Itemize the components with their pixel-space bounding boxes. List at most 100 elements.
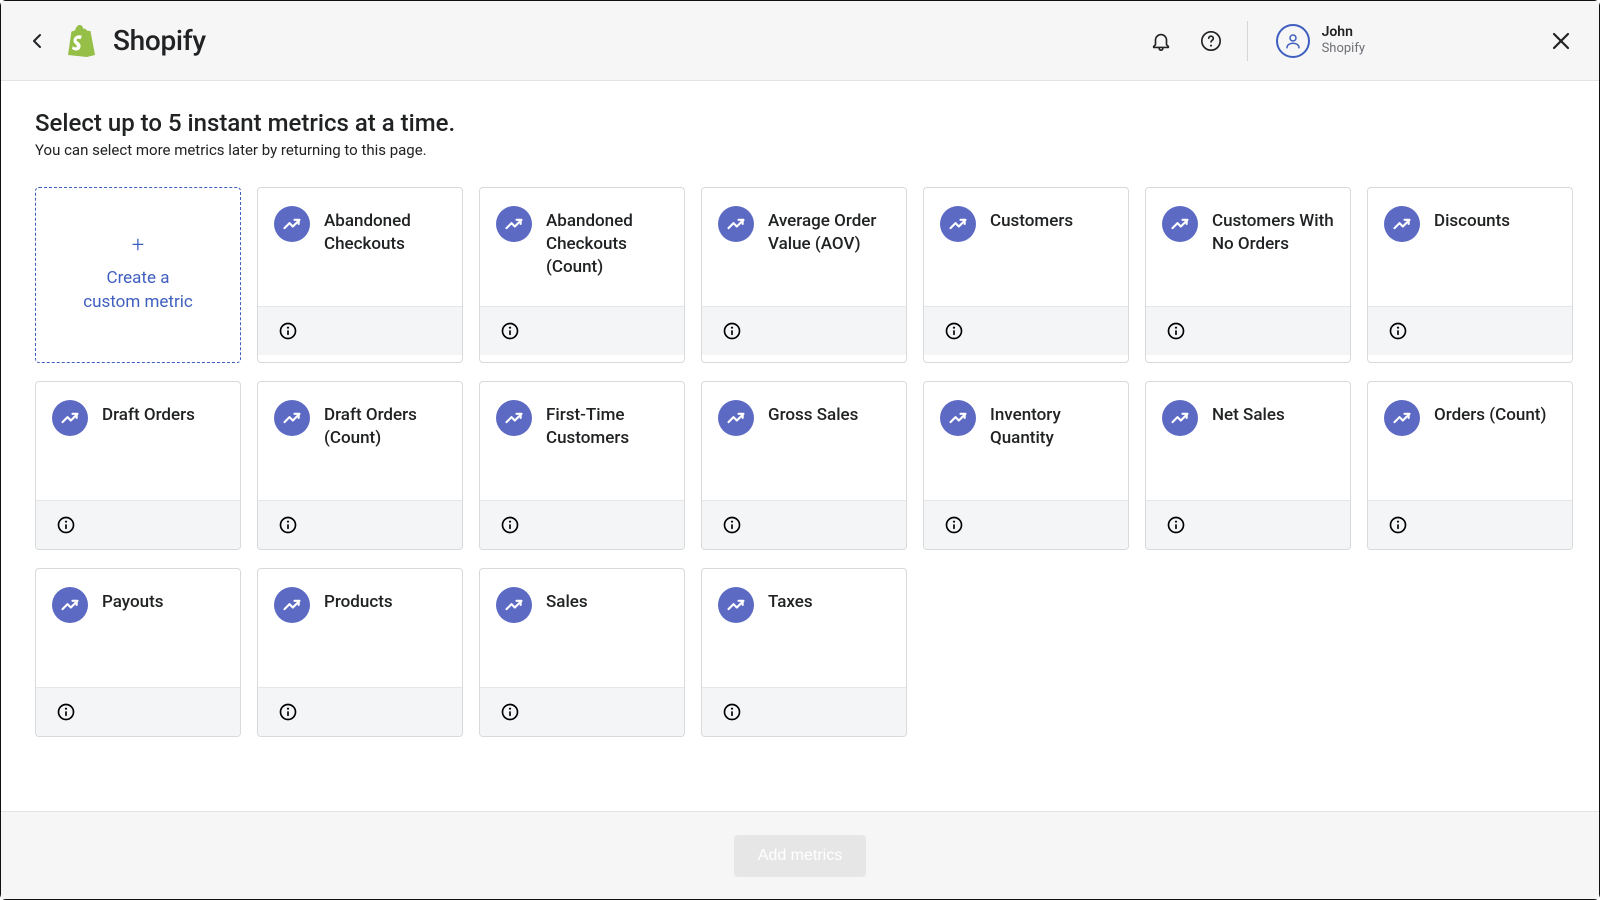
chart-line-icon — [1384, 400, 1420, 436]
metric-card-footer — [702, 306, 906, 355]
metric-card-body: Products — [258, 569, 462, 687]
metric-card[interactable]: Inventory Quantity — [923, 381, 1129, 550]
metric-card-footer — [1368, 500, 1572, 549]
shopify-logo-icon — [67, 25, 95, 57]
metric-card-footer — [702, 500, 906, 549]
metric-label: Inventory Quantity — [990, 400, 1112, 490]
chart-line-icon — [52, 400, 88, 436]
metrics-grid: + Create a custom metric Abandoned Check… — [35, 187, 1565, 737]
metric-card-body: Net Sales — [1146, 382, 1350, 500]
plus-icon: + — [132, 235, 144, 257]
metric-card-body: Gross Sales — [702, 382, 906, 500]
notifications-button[interactable] — [1147, 27, 1175, 55]
chart-line-icon — [274, 206, 310, 242]
metric-card[interactable]: Net Sales — [1145, 381, 1351, 550]
metric-label: Net Sales — [1212, 400, 1285, 490]
header-divider — [1247, 21, 1248, 61]
metric-label: Average Order Value (AOV) — [768, 206, 890, 296]
chart-line-icon — [940, 206, 976, 242]
app-header: Shopify John Shopify — [1, 1, 1599, 81]
metric-label: Discounts — [1434, 206, 1510, 296]
metric-card[interactable]: Customers With No Orders — [1145, 187, 1351, 363]
metric-label: Draft Orders — [102, 400, 195, 490]
metric-card-footer — [480, 306, 684, 355]
metric-card-footer — [702, 687, 906, 736]
page-footer: Add metrics — [1, 811, 1599, 899]
metric-card[interactable]: Sales — [479, 568, 685, 737]
metric-card-footer — [258, 500, 462, 549]
info-icon[interactable] — [1166, 321, 1186, 341]
chart-line-icon — [1162, 400, 1198, 436]
info-icon[interactable] — [1166, 515, 1186, 535]
metric-card[interactable]: Payouts — [35, 568, 241, 737]
metric-label: Payouts — [102, 587, 164, 677]
info-icon[interactable] — [500, 702, 520, 722]
info-icon[interactable] — [722, 702, 742, 722]
close-button[interactable] — [1547, 27, 1575, 55]
chart-line-icon — [718, 587, 754, 623]
help-button[interactable] — [1197, 27, 1225, 55]
info-icon[interactable] — [944, 321, 964, 341]
chart-line-icon — [52, 587, 88, 623]
chevron-left-icon — [32, 33, 42, 49]
metric-card-body: Customers — [924, 188, 1128, 306]
metric-card[interactable]: Gross Sales — [701, 381, 907, 550]
chart-line-icon — [496, 400, 532, 436]
user-menu[interactable]: John Shopify — [1276, 24, 1365, 58]
chart-line-icon — [940, 400, 976, 436]
metric-label: Draft Orders (Count) — [324, 400, 446, 490]
add-metrics-button[interactable]: Add metrics — [734, 835, 866, 877]
metric-card[interactable]: Taxes — [701, 568, 907, 737]
info-icon[interactable] — [56, 515, 76, 535]
info-icon[interactable] — [278, 702, 298, 722]
metric-label: Orders (Count) — [1434, 400, 1546, 490]
metric-card[interactable]: Discounts — [1367, 187, 1573, 363]
back-button[interactable] — [25, 29, 49, 53]
metric-label: Taxes — [768, 587, 813, 677]
user-info: John Shopify — [1322, 24, 1365, 56]
metric-label: Sales — [546, 587, 588, 677]
metric-card[interactable]: Orders (Count) — [1367, 381, 1573, 550]
metric-label: First-Time Customers — [546, 400, 668, 490]
metric-label: Customers With No Orders — [1212, 206, 1334, 296]
metric-card[interactable]: First-Time Customers — [479, 381, 685, 550]
info-icon[interactable] — [722, 321, 742, 341]
info-icon[interactable] — [722, 515, 742, 535]
metric-card-body: Payouts — [36, 569, 240, 687]
info-icon[interactable] — [944, 515, 964, 535]
chart-line-icon — [718, 400, 754, 436]
page-title: Select up to 5 instant metrics at a time… — [35, 109, 1565, 137]
bell-icon — [1150, 30, 1172, 52]
metric-card[interactable]: Draft Orders (Count) — [257, 381, 463, 550]
person-icon — [1284, 32, 1302, 50]
metric-card-body: Customers With No Orders — [1146, 188, 1350, 306]
metric-card-body: Taxes — [702, 569, 906, 687]
metric-label: Customers — [990, 206, 1073, 296]
metric-card[interactable]: Average Order Value (AOV) — [701, 187, 907, 363]
info-icon[interactable] — [278, 321, 298, 341]
metric-card[interactable]: Draft Orders — [35, 381, 241, 550]
info-icon[interactable] — [1388, 515, 1408, 535]
metric-card[interactable]: Abandoned Checkouts (Count) — [479, 187, 685, 363]
metric-card-body: Inventory Quantity — [924, 382, 1128, 500]
metric-card[interactable]: Products — [257, 568, 463, 737]
info-icon[interactable] — [500, 321, 520, 341]
metric-card[interactable]: Abandoned Checkouts — [257, 187, 463, 363]
metric-card-footer — [258, 687, 462, 736]
user-store: Shopify — [1322, 41, 1365, 57]
metric-card-body: Abandoned Checkouts (Count) — [480, 188, 684, 306]
metric-card-body: Sales — [480, 569, 684, 687]
create-custom-metric-card[interactable]: + Create a custom metric — [35, 187, 241, 363]
metric-card[interactable]: Customers — [923, 187, 1129, 363]
info-icon[interactable] — [56, 702, 76, 722]
metric-label: Abandoned Checkouts — [324, 206, 446, 296]
page-content: Select up to 5 instant metrics at a time… — [1, 81, 1599, 811]
metric-card-footer — [480, 687, 684, 736]
metric-card-footer — [36, 500, 240, 549]
chart-line-icon — [274, 400, 310, 436]
info-icon[interactable] — [278, 515, 298, 535]
brand-title: Shopify — [113, 24, 206, 57]
info-icon[interactable] — [1388, 321, 1408, 341]
metric-card-footer — [480, 500, 684, 549]
info-icon[interactable] — [500, 515, 520, 535]
